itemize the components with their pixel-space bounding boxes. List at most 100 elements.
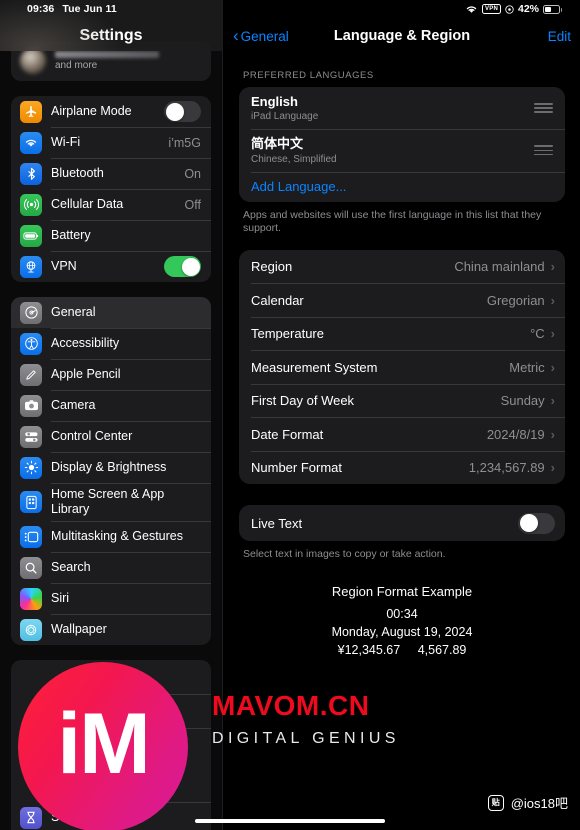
watermark-brand: MAVOM.CN — [212, 690, 370, 721]
gear-icon — [20, 301, 42, 324]
chevron-right-icon: › — [550, 326, 555, 342]
example-number: 4,567.89 — [417, 643, 467, 658]
wifi-icon — [465, 4, 478, 14]
sidebar-item-wifi[interactable]: Wi-Fi i’m5G — [11, 127, 211, 158]
chevron-right-icon: › — [550, 426, 555, 442]
chevron-right-icon: › — [550, 359, 555, 375]
sidebar-item-label: Siri — [51, 591, 70, 605]
sidebar-item-label: Control Center — [51, 429, 133, 443]
setting-row-first-day-of-week[interactable]: First Day of Week Sunday › — [239, 383, 565, 418]
language-subtitle: Chinese, Simplified — [251, 153, 337, 165]
sidebar-item-search[interactable]: Search — [11, 552, 211, 583]
sidebar-item-value: On — [184, 166, 201, 181]
edit-button[interactable]: Edit — [548, 29, 571, 44]
sidebar-item-bluetooth[interactable]: Bluetooth On — [11, 158, 211, 189]
battery-percent: 42% — [517, 3, 539, 15]
sidebar-item-camera[interactable]: Camera — [11, 390, 211, 421]
example-time: 00:34 — [386, 606, 418, 621]
back-button[interactable]: ‹ General — [233, 26, 289, 45]
navigation-bar: ‹ General Language & Region Edit — [223, 18, 580, 54]
ipad-settings-screen: 09:36 Tue Jun 11 VPN 42% and more Airpla… — [0, 0, 580, 830]
sidebar-item-home-screen[interactable]: Home Screen & App Library — [11, 483, 211, 521]
add-language-row[interactable]: Add Language... — [239, 171, 565, 202]
setting-value: 1,234,567.89 — [468, 460, 545, 476]
sidebar-item-label: Wi-Fi — [51, 135, 81, 149]
chevron-left-icon: ‹ — [233, 26, 239, 45]
battery-icon — [20, 224, 42, 247]
region-format-example: Region Format Example 00:34 Monday, Augu… — [239, 562, 565, 659]
reorder-handle-icon[interactable] — [534, 145, 553, 156]
home-indicator[interactable] — [195, 819, 385, 823]
sidebar-item-display-brightness[interactable]: Home Screen & App Library Display & Brig… — [11, 452, 211, 483]
page-title: Settings — [79, 27, 143, 44]
setting-row-temperature[interactable]: Temperature °C › — [239, 316, 565, 351]
status-bar-left: 09:36 Tue Jun 11 — [0, 3, 117, 15]
sidebar-item-control-center[interactable]: Control Center — [11, 421, 211, 452]
watermark-handle: @ios18吧 — [510, 796, 568, 811]
add-language-label: Add Language... — [251, 179, 347, 194]
status-date: Tue Jun 11 — [62, 3, 117, 15]
setting-row-number-format[interactable]: Number Format 1,234,567.89 › — [239, 450, 565, 485]
status-time: 09:36 — [27, 3, 55, 15]
live-text-row[interactable]: Live Text — [239, 505, 565, 541]
sidebar-group-system: General Accessibility Apple Pencil Camer… — [11, 297, 211, 645]
watermark-logo: iM — [18, 662, 188, 830]
language-row-chinese[interactable]: 简体中文 Chinese, Simplified — [239, 129, 565, 171]
watermark-tagline: DIGITAL GENIUS — [212, 730, 400, 747]
vpn-globe-icon — [20, 255, 42, 278]
search-icon — [20, 556, 42, 579]
chevron-right-icon: › — [550, 460, 555, 476]
setting-value: China mainland — [454, 259, 545, 275]
setting-label: Number Format — [251, 460, 343, 476]
pencil-icon — [20, 363, 42, 386]
multitasking-icon — [20, 525, 42, 548]
sidebar-item-vpn[interactable]: VPN — [11, 251, 211, 282]
sidebar-item-battery[interactable]: Battery — [11, 220, 211, 251]
vpn-toggle[interactable] — [164, 256, 201, 277]
reorder-handle-icon[interactable] — [534, 103, 553, 114]
language-row-english[interactable]: English iPad Language — [239, 87, 565, 129]
setting-value: Gregorian — [486, 292, 545, 308]
sidebar-item-label: VPN — [51, 259, 77, 273]
sidebar-item-value: i’m5G — [168, 135, 201, 150]
setting-row-measurement-system[interactable]: Measurement System Metric › — [239, 350, 565, 384]
setting-row-date-format[interactable]: Date Format 2024/8/19 › — [239, 417, 565, 451]
watermark-text-block: MAVOM.CN DIGITAL GENIUS — [212, 692, 400, 747]
control-center-icon — [20, 425, 42, 448]
airplane-icon — [20, 100, 42, 123]
cellular-icon — [20, 193, 42, 216]
sidebar-item-label: Airplane Mode — [51, 104, 132, 118]
avatar — [20, 48, 46, 74]
sidebar-item-wallpaper[interactable]: Wallpaper — [11, 614, 211, 645]
example-date: Monday, August 19, 2024 — [331, 625, 473, 640]
example-currency: ¥12,345.67 — [337, 643, 401, 658]
sidebar-item-general[interactable]: General — [11, 297, 211, 328]
live-text-footer: Select text in images to copy or take ac… — [243, 548, 446, 561]
status-bar-right: VPN 42% — [465, 0, 562, 18]
live-text-label: Live Text — [251, 515, 303, 531]
language-subtitle: iPad Language — [251, 111, 319, 123]
sidebar-item-cellular-data[interactable]: Cellular Data Off — [11, 189, 211, 220]
airplane-mode-toggle[interactable] — [164, 101, 201, 122]
setting-value: Sunday — [500, 393, 545, 409]
live-text-card: Live Text — [239, 505, 565, 542]
sidebar-item-accessibility[interactable]: Accessibility — [11, 328, 211, 359]
siri-icon — [20, 587, 42, 610]
sidebar-item-airplane-mode[interactable]: Airplane Mode — [11, 96, 211, 127]
live-text-toggle[interactable] — [518, 512, 555, 534]
brightness-icon — [20, 456, 42, 479]
sidebar-item-siri[interactable]: Siri — [11, 583, 211, 614]
sidebar-item-label: Wallpaper — [51, 622, 107, 636]
hourglass-icon — [20, 806, 42, 829]
account-subtitle: and more — [55, 60, 98, 71]
sidebar-item-apple-pencil[interactable]: Apple Pencil — [11, 359, 211, 390]
sidebar-item-multitasking[interactable]: Multitasking & Gestures — [11, 521, 211, 552]
sidebar-item-label: Search — [51, 560, 91, 574]
wallpaper-icon — [20, 618, 42, 641]
sidebar-item-label: Home Screen & App Library — [51, 487, 165, 516]
setting-row-region[interactable]: Region China mainland › — [239, 250, 565, 284]
sidebar-item-label: Multitasking & Gestures — [51, 529, 183, 543]
preferred-languages-header: PREFERRED LANGUAGES — [243, 70, 374, 81]
setting-label: Region — [251, 259, 293, 275]
setting-row-calendar[interactable]: Calendar Gregorian › — [239, 283, 565, 317]
